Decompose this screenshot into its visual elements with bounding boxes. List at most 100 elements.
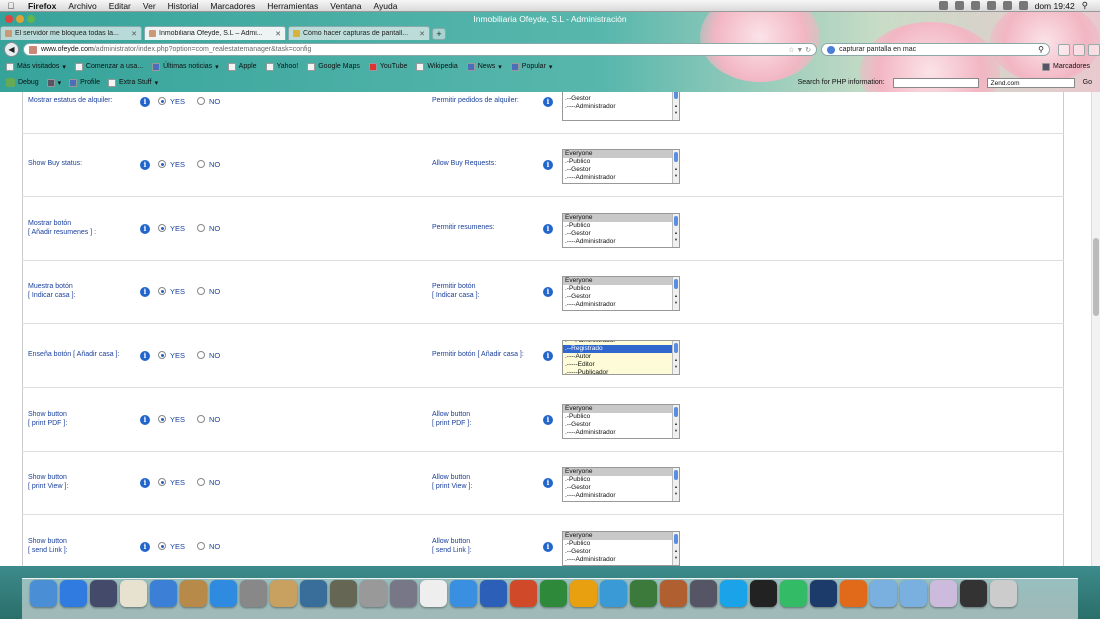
- listbox-option[interactable]: .----Administrador: [563, 174, 679, 182]
- volume-icon[interactable]: [1018, 1, 1028, 10]
- listbox-scrollbar[interactable]: ▲ ▼: [672, 149, 679, 183]
- time-machine-icon[interactable]: [300, 580, 327, 607]
- trash-icon[interactable]: [990, 580, 1017, 607]
- access-group-listbox[interactable]: Everyone .-Publico .--Gestor .----Administr…: [562, 403, 680, 439]
- listbox-scroll-thumb[interactable]: [674, 278, 678, 289]
- listbox-option[interactable]: .--Registrado: [563, 344, 679, 353]
- spotify-icon[interactable]: [750, 580, 777, 607]
- listbox-option[interactable]: .--Gestor: [563, 95, 679, 103]
- info-icon[interactable]: i: [543, 223, 553, 234]
- extension-icon[interactable]: [1073, 43, 1085, 56]
- tab-close-icon[interactable]: ✕: [131, 30, 137, 38]
- listbox-option[interactable]: .-----Editor: [563, 361, 679, 369]
- info-icon[interactable]: i: [140, 96, 150, 107]
- tab-2[interactable]: Inmobiliaria Ofeyde, S.L – Admi... ✕: [144, 26, 286, 40]
- bookmark-comenzar[interactable]: Comenzar a usa...: [74, 62, 143, 71]
- bookmark-news[interactable]: News ▾: [466, 62, 502, 71]
- no-radio[interactable]: [197, 224, 206, 232]
- listbox-option[interactable]: .----Administrador: [563, 103, 679, 111]
- search-bar[interactable]: capturar pantalla en mac ⚲: [821, 43, 1050, 56]
- yes-radio[interactable]: [158, 160, 166, 168]
- clock[interactable]: dom 19:42: [1035, 1, 1075, 11]
- yes-radio[interactable]: [158, 224, 166, 232]
- scroll-down-arrow-icon[interactable]: ▼: [674, 173, 678, 178]
- messenger-icon[interactable]: [600, 580, 627, 607]
- info-icon[interactable]: i: [543, 414, 553, 425]
- listbox-scroll-thumb[interactable]: [674, 469, 678, 480]
- documents-folder-icon[interactable]: [900, 580, 927, 607]
- app-store-icon[interactable]: [60, 580, 87, 607]
- yes-label[interactable]: YES: [170, 160, 185, 169]
- yes-radio[interactable]: [158, 478, 166, 486]
- outlook-icon[interactable]: [570, 580, 597, 607]
- contacts-icon[interactable]: [180, 580, 207, 607]
- menu-historial[interactable]: Historial: [162, 1, 205, 11]
- listbox-option[interactable]: .--Gestor: [563, 421, 679, 429]
- finder-icon[interactable]: [30, 580, 57, 607]
- menu-herramientas[interactable]: Herramientas: [261, 1, 324, 11]
- access-group-listbox[interactable]: Everyone .-Publico .--Gestor .----Administr…: [562, 466, 680, 502]
- info-icon[interactable]: i: [543, 96, 553, 107]
- access-group-listbox[interactable]: .----Administrador .--Registrado .----Auto…: [562, 339, 680, 375]
- new-tab-button[interactable]: +: [432, 28, 446, 40]
- scroll-up-arrow-icon[interactable]: ▲: [674, 103, 678, 108]
- no-label[interactable]: NO: [209, 97, 220, 106]
- scroll-down-arrow-icon[interactable]: ▼: [674, 300, 678, 305]
- no-radio[interactable]: [197, 542, 206, 550]
- no-radio[interactable]: [197, 287, 206, 295]
- bluetooth-icon[interactable]: [986, 1, 996, 10]
- listbox-option[interactable]: .-Publico: [563, 413, 679, 421]
- listbox-scrollbar[interactable]: ▲ ▼: [672, 404, 679, 438]
- downloads-folder-icon[interactable]: [870, 580, 897, 607]
- system-prefs-icon[interactable]: [360, 580, 387, 607]
- info-icon[interactable]: i: [140, 286, 150, 297]
- skype-icon[interactable]: [720, 580, 747, 607]
- scroll-down-arrow-icon[interactable]: ▼: [674, 491, 678, 496]
- listbox-scroll-thumb[interactable]: [674, 92, 678, 99]
- no-radio[interactable]: [197, 351, 206, 359]
- info-icon[interactable]: i: [543, 477, 553, 488]
- listbox-scrollbar[interactable]: ▲ ▼: [672, 340, 679, 374]
- bookmark-wikipedia[interactable]: Wikipedia: [416, 62, 458, 71]
- bookmark-mas-visitados[interactable]: Más visitados ▾: [6, 62, 66, 71]
- access-group-listbox[interactable]: ..-Publico.--Gestor.----Administrador▲▼: [562, 92, 680, 121]
- facetime-icon[interactable]: [150, 580, 177, 607]
- bookmark-youtube[interactable]: YouTube: [368, 62, 407, 71]
- listbox-option[interactable]: Everyone: [563, 467, 679, 476]
- info-icon[interactable]: i: [543, 286, 553, 297]
- no-label[interactable]: NO: [209, 415, 220, 424]
- info-icon[interactable]: i: [140, 159, 150, 170]
- image-capture-icon[interactable]: [390, 580, 417, 607]
- screenshot-icon[interactable]: [930, 580, 957, 607]
- iphoto-icon[interactable]: [330, 580, 357, 607]
- scroll-up-arrow-icon[interactable]: ▲: [674, 357, 678, 362]
- listbox-scrollbar[interactable]: ▲ ▼: [672, 92, 679, 120]
- no-label[interactable]: NO: [209, 160, 220, 169]
- photoshop-icon[interactable]: [810, 580, 837, 607]
- listbox-option[interactable]: .-----Publicador: [563, 369, 679, 374]
- yes-label[interactable]: YES: [170, 478, 185, 487]
- yes-label[interactable]: YES: [170, 287, 185, 296]
- bookmark-yahoo[interactable]: Yahoo!: [265, 62, 298, 71]
- listbox-scroll-thumb[interactable]: [674, 406, 678, 417]
- grid-dropdown[interactable]: ▾: [46, 78, 61, 87]
- listbox-scrollbar[interactable]: ▲ ▼: [672, 213, 679, 247]
- access-group-listbox[interactable]: Everyone .-Publico .--Gestor .----Administr…: [562, 148, 680, 184]
- no-radio[interactable]: [197, 97, 206, 105]
- imovie-icon[interactable]: [240, 580, 267, 607]
- yes-label[interactable]: YES: [170, 415, 185, 424]
- no-label[interactable]: NO: [209, 542, 220, 551]
- no-radio[interactable]: [197, 478, 206, 486]
- preview-icon[interactable]: [120, 580, 147, 607]
- transmit-icon[interactable]: [660, 580, 687, 607]
- listbox-scrollbar[interactable]: ▲ ▼: [672, 467, 679, 501]
- info-icon[interactable]: i: [543, 159, 553, 170]
- yes-radio[interactable]: [158, 415, 166, 423]
- spotlight-icon[interactable]: [90, 580, 117, 607]
- listbox-scrollbar[interactable]: ▲ ▼: [672, 276, 679, 310]
- no-label[interactable]: NO: [209, 287, 220, 296]
- yes-radio[interactable]: [158, 351, 166, 359]
- info-icon[interactable]: i: [140, 223, 150, 234]
- yes-label[interactable]: YES: [170, 97, 185, 106]
- yes-radio[interactable]: [158, 287, 166, 295]
